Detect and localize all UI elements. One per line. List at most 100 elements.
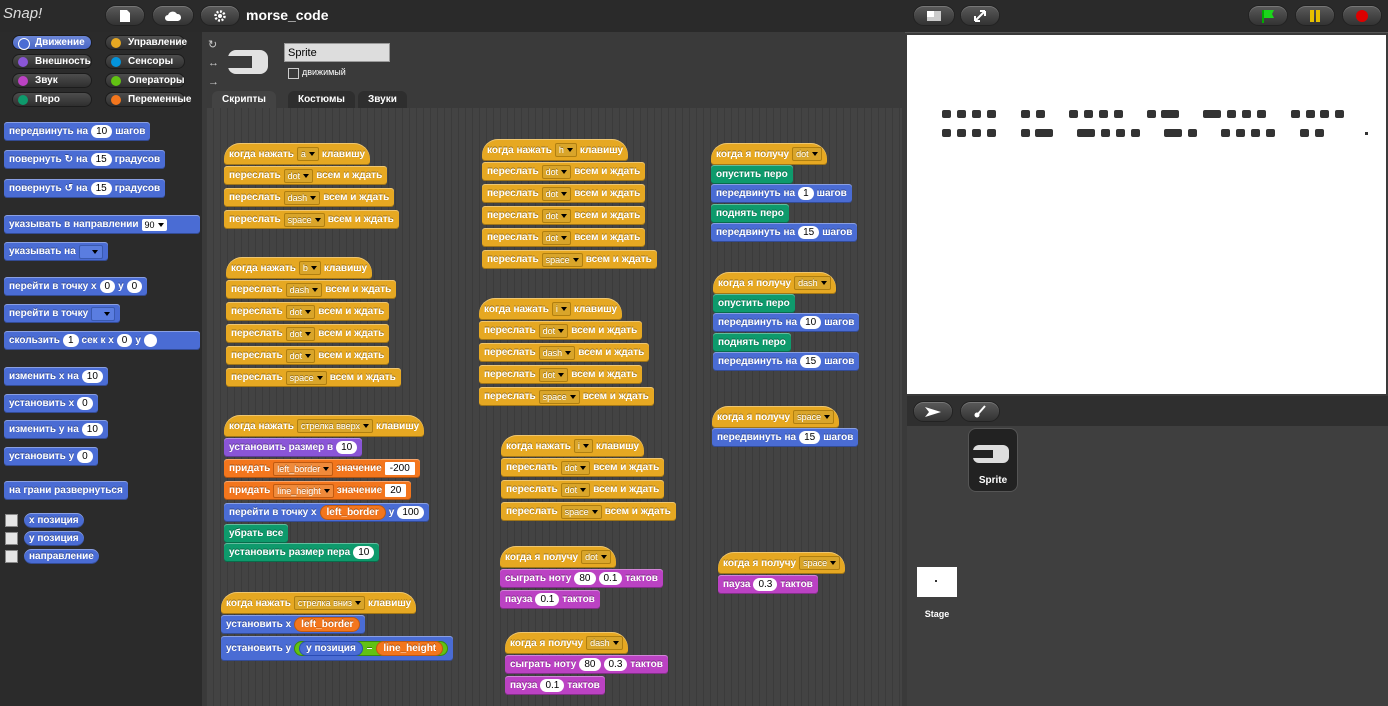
clear-block[interactable]: убрать все (224, 524, 289, 543)
palette-goto-xy-block[interactable]: перейти в точку х0у0 (4, 277, 148, 296)
number-slot[interactable]: 10 (336, 441, 358, 454)
x-position-checkbox[interactable] (5, 514, 18, 527)
broadcast-wait-block[interactable]: переслать dot всем и ждать (501, 458, 665, 477)
tab-sounds[interactable]: Звуки (358, 91, 407, 109)
number-slot[interactable]: 10 (800, 316, 822, 329)
palette-point-direction-block[interactable]: указывать в направлении 90 (4, 215, 200, 234)
message-dropdown[interactable]: dot (792, 147, 822, 161)
key-dropdown[interactable]: стрелка вверх (296, 419, 373, 433)
key-dropdown[interactable]: h (554, 143, 577, 157)
key-dropdown[interactable]: стрелка вниз (293, 596, 366, 610)
palette-turn-cw-block[interactable]: повернуть ↻ на 15 градусов (4, 150, 166, 169)
key-dropdown[interactable]: i (551, 302, 571, 316)
message-dropdown[interactable]: space (560, 504, 602, 519)
palette-point-towards-block[interactable]: указывать на (4, 242, 108, 261)
goto-xy-block[interactable]: перейти в точку х left_border у 100 (224, 503, 429, 522)
when-key-down-hat[interactable]: когда нажать стрелка вниз клавишу (221, 592, 417, 614)
number-slot[interactable]: 10 (81, 370, 103, 383)
set-variable-block[interactable]: придать left_border значение -200 (224, 459, 420, 478)
broadcast-wait-block[interactable]: переслать dot всем и ждать (482, 184, 646, 203)
rotation-style-flip-icon[interactable]: ↔ (208, 57, 219, 69)
pen-down-block[interactable]: опустить перо (711, 165, 793, 184)
message-dropdown[interactable]: space (283, 212, 325, 227)
number-slot[interactable]: 80 (574, 572, 596, 585)
when-key-i-hat[interactable]: когда нажать i клавишу (479, 298, 623, 320)
pen-down-block[interactable]: опустить перо (713, 294, 795, 313)
number-slot[interactable] (143, 334, 157, 347)
number-slot[interactable]: 0 (126, 280, 143, 293)
palette-set-x-block[interactable]: установить х0 (4, 394, 98, 413)
message-dropdown[interactable]: dot (285, 348, 316, 363)
palette-bounce-block[interactable]: на грани развернуться (4, 481, 128, 500)
sprite-name-field[interactable]: Sprite (284, 43, 390, 62)
message-dropdown[interactable]: dot (560, 460, 591, 475)
broadcast-wait-block[interactable]: переслать dot всем и ждать (226, 324, 390, 343)
move-block[interactable]: передвинуть на 15 шагов (712, 428, 859, 447)
category-operators[interactable]: Операторы (105, 73, 185, 88)
add-turtle-sprite-button[interactable] (913, 401, 953, 422)
y-position-reporter[interactable]: у позиция (299, 641, 363, 656)
number-slot[interactable]: 0.3 (753, 578, 778, 591)
broadcast-wait-block[interactable]: переслать dash всем и ждать (479, 343, 650, 362)
category-sound[interactable]: Звук (12, 73, 92, 88)
pen-up-block[interactable]: поднять перо (713, 333, 791, 352)
number-slot[interactable]: 80 (579, 658, 601, 671)
minus-operator[interactable]: у позиция – line_height (294, 641, 449, 656)
file-menu-button[interactable] (105, 5, 145, 26)
message-dropdown[interactable]: space (793, 410, 835, 424)
move-block[interactable]: передвинуть на 15 шагов (711, 223, 858, 242)
broadcast-wait-block[interactable]: переслать dash всем и ждать (226, 280, 397, 299)
message-dropdown[interactable]: dot (285, 326, 316, 341)
message-dropdown[interactable]: space (285, 370, 327, 385)
message-dropdown[interactable]: dot (541, 208, 572, 223)
y-position-checkbox[interactable] (5, 532, 18, 545)
message-dropdown[interactable]: dot (581, 550, 611, 564)
broadcast-wait-block[interactable]: переслать space всем и ждать (482, 250, 657, 269)
when-key-h-hat[interactable]: когда нажать h клавишу (482, 139, 629, 161)
when-key-i-hat[interactable]: когда нажать i клавишу (501, 435, 645, 457)
number-slot[interactable]: 10 (81, 423, 103, 436)
message-dropdown[interactable]: dot (283, 168, 314, 183)
stage-size-button[interactable] (913, 5, 955, 26)
message-dropdown[interactable]: space (799, 556, 841, 570)
variable-reporter[interactable]: line_height (376, 641, 444, 656)
category-variables[interactable]: Переменные (105, 92, 191, 107)
message-dropdown[interactable]: dot (541, 230, 572, 245)
number-slot[interactable]: 0.1 (535, 593, 560, 606)
stage[interactable] (907, 35, 1386, 394)
play-note-block[interactable]: сыграть ноту 80 0.1 тактов (500, 569, 663, 588)
palette-change-y-block[interactable]: изменить у на 10 (4, 420, 108, 439)
when-receive-dash-hat[interactable]: когда я получу dash (505, 632, 628, 654)
set-size-block[interactable]: установить размер в 10 (224, 438, 363, 457)
rotation-style-rotate-icon[interactable]: ↻ (208, 38, 217, 51)
palette-move-block[interactable]: передвинуть на 10 шагов (4, 122, 151, 141)
set-x-block[interactable]: установить х left_border (221, 615, 366, 634)
number-slot[interactable]: 15 (799, 431, 821, 444)
green-flag-button[interactable] (1248, 5, 1288, 26)
when-receive-space-hat[interactable]: когда я получу space (718, 552, 846, 574)
category-motion[interactable]: Движение (12, 35, 92, 50)
stage-icon[interactable] (917, 567, 957, 597)
message-dropdown[interactable]: dot (538, 323, 569, 338)
key-dropdown[interactable]: a (296, 147, 319, 161)
broadcast-wait-block[interactable]: переслать dot всем и ждать (501, 480, 665, 499)
broadcast-wait-block[interactable]: переслать dot всем и ждать (482, 206, 646, 225)
number-slot[interactable]: 15 (90, 153, 112, 166)
snap-logo[interactable]: Snap! (3, 5, 42, 22)
number-slot[interactable]: 0 (99, 280, 116, 293)
target-dropdown[interactable] (78, 244, 103, 259)
settings-button[interactable] (200, 5, 240, 26)
when-key-a-hat[interactable]: когда нажать a клавишу (224, 143, 371, 165)
draggable-checkbox[interactable] (288, 68, 299, 79)
number-slot[interactable]: 15 (90, 182, 112, 195)
direction-dropdown[interactable]: 90 (141, 218, 167, 231)
stop-button[interactable] (1342, 5, 1382, 26)
broadcast-wait-block[interactable]: переслать space всем и ждать (224, 210, 399, 229)
palette-turn-ccw-block[interactable]: повернуть ↺ на 15 градусов (4, 179, 166, 198)
tab-scripts[interactable]: Скрипты (212, 91, 276, 109)
variable-reporter[interactable]: left_border (294, 617, 361, 632)
message-dropdown[interactable]: dash (283, 190, 321, 205)
play-note-block[interactable]: сыграть ноту 80 0.3 тактов (505, 655, 668, 674)
message-dropdown[interactable]: dash (794, 276, 831, 290)
when-receive-dot-hat[interactable]: когда я получу dot (711, 143, 827, 165)
